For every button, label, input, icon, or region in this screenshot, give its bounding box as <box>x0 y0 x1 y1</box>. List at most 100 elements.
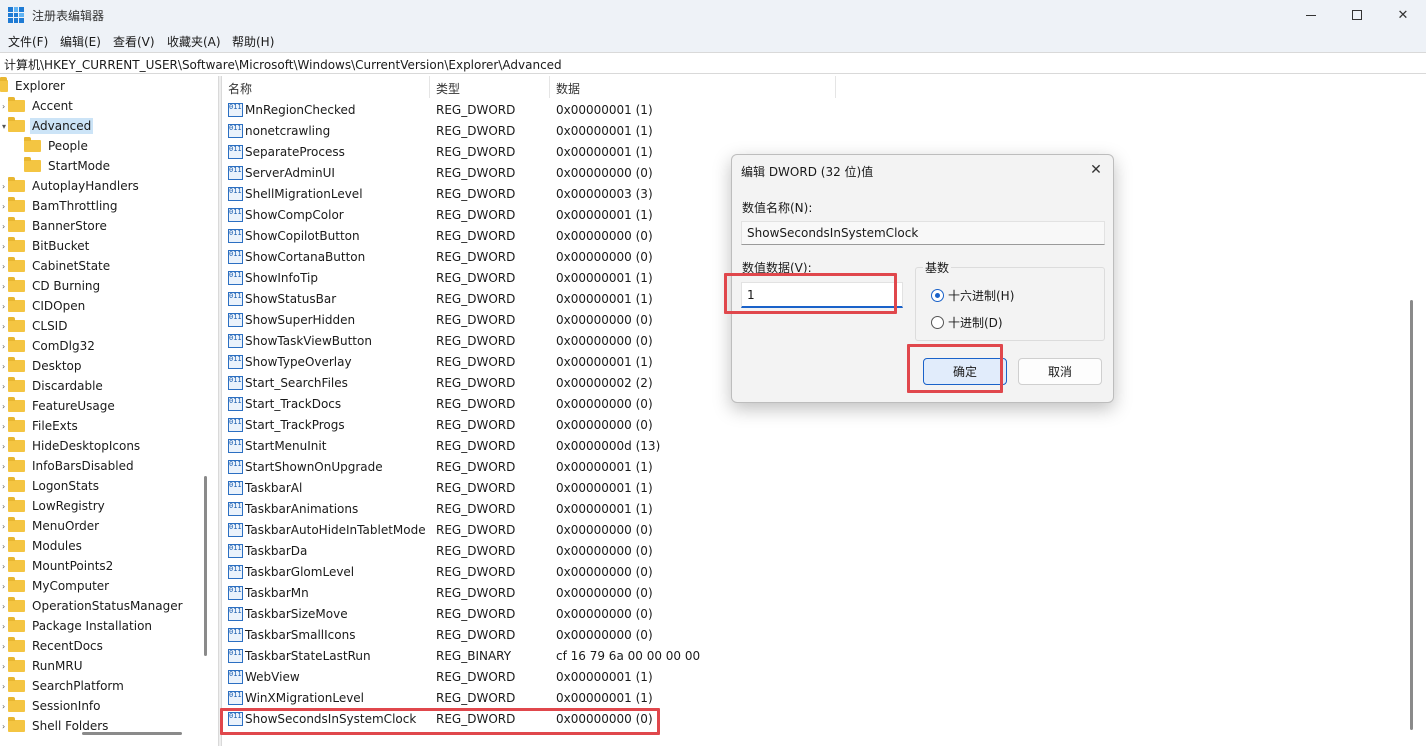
reg-binary-value-icon: 011 110 <box>228 187 243 201</box>
folder-icon <box>8 177 25 192</box>
value-row[interactable]: 011 110nonetcrawling REG_DWORD 0x00000001 … <box>222 121 922 142</box>
value-data: 0x00000001 (1) <box>556 124 653 138</box>
tree-item-root[interactable]: Explorer <box>0 76 67 96</box>
cancel-button[interactable]: 取消 <box>1018 358 1102 385</box>
folder-icon <box>8 377 25 392</box>
ok-button[interactable]: 确定 <box>923 358 1007 385</box>
address-bar[interactable]: 计算机\HKEY_CURRENT_USER\Software\Microsoft… <box>0 52 1426 74</box>
folder-icon <box>8 317 25 332</box>
tree-item[interactable]: › Accent <box>2 96 75 116</box>
tree-item[interactable]: › CD Burning <box>2 276 102 296</box>
tree-item[interactable]: ▾ Advanced <box>2 116 94 136</box>
value-type: REG_DWORD <box>436 103 516 117</box>
tree-item[interactable]: › MenuOrder <box>2 516 101 536</box>
tree-item[interactable]: › LowRegistry <box>2 496 107 516</box>
key-tree[interactable]: Explorer › Accent ▾ Advanced People StartMode… <box>0 76 212 738</box>
value-data: 0x0000000d (13) <box>556 439 661 453</box>
value-data: cf 16 79 6a 00 00 00 00 <box>556 649 701 663</box>
value-row[interactable]: 011 110Start_TrackProgs REG_DWORD 0x000000… <box>222 415 922 436</box>
column-header-data[interactable]: 数据 <box>550 76 836 98</box>
tree-item-label: BamThrottling <box>32 199 118 213</box>
tree-item[interactable]: › BitBucket <box>2 236 91 256</box>
value-data: 0x00000000 (0) <box>556 586 653 600</box>
value-row[interactable]: 011 110TaskbarAnimations REG_DWORD 0x00000… <box>222 499 922 520</box>
value-type: REG_DWORD <box>436 229 516 243</box>
folder-icon <box>8 337 25 352</box>
reg-binary-value-icon: 011 110 <box>228 229 243 243</box>
tree-item[interactable]: › HideDesktopIcons <box>2 436 142 456</box>
value-row[interactable]: 011 110TaskbarGlomLevel REG_DWORD 0x000000… <box>222 562 922 583</box>
tree-item[interactable]: › Discardable <box>2 376 105 396</box>
value-row[interactable]: 011 110TaskbarStateLastRun REG_BINARY cf 1… <box>222 646 922 667</box>
list-vertical-scrollbar[interactable] <box>1410 300 1413 730</box>
tree-item[interactable]: › CLSID <box>2 316 69 336</box>
value-row[interactable]: 011 110TaskbarMn REG_DWORD 0x00000000 (0) <box>222 583 922 604</box>
window-title: 注册表编辑器 <box>32 9 105 23</box>
value-name: TaskbarSizeMove <box>245 607 348 621</box>
tree-item[interactable]: › Package Installation <box>2 616 154 636</box>
value-row[interactable]: 011 110MnRegionChecked REG_DWORD 0x0000000… <box>222 100 922 121</box>
value-row[interactable]: 011 110WebView REG_DWORD 0x00000001 (1) <box>222 667 922 688</box>
tree-item[interactable]: › RecentDocs <box>2 636 105 656</box>
value-type: REG_DWORD <box>436 670 516 684</box>
value-data: 0x00000001 (1) <box>556 670 653 684</box>
tree-item[interactable]: › FeatureUsage <box>2 396 117 416</box>
tree-item[interactable]: › OperationStatusManager <box>2 596 185 616</box>
tree-item[interactable]: › BamThrottling <box>2 196 120 216</box>
title-bar: 注册表编辑器 ✕ <box>0 0 1426 30</box>
maximize-button[interactable] <box>1334 0 1380 30</box>
tree-item[interactable]: › Modules <box>2 536 84 556</box>
radio-dec[interactable]: 十进制(D) <box>931 314 1003 331</box>
menu-file[interactable]: 文件(F) <box>8 33 48 50</box>
tree-item[interactable]: › RunMRU <box>2 656 84 676</box>
value-row[interactable]: 011 110TaskbarSizeMove REG_DWORD 0x0000000… <box>222 604 922 625</box>
tree-item[interactable]: › MyComputer <box>2 576 111 596</box>
value-data: 0x00000000 (0) <box>556 166 653 180</box>
value-row[interactable]: 011 110StartShownOnUpgrade REG_DWORD 0x000… <box>222 457 922 478</box>
value-row[interactable]: 011 110TaskbarAutoHideInTabletMode REG_DW… <box>222 520 922 541</box>
tree-item[interactable]: › CabinetState <box>2 256 112 276</box>
tree-item[interactable]: People <box>24 136 90 156</box>
menu-view[interactable]: 查看(V) <box>113 33 155 50</box>
value-row[interactable]: 011 110TaskbarSmallIcons REG_DWORD 0x00000… <box>222 625 922 646</box>
menu-bar: 文件(F) 编辑(E) 查看(V) 收藏夹(A) 帮助(H) <box>0 30 1426 52</box>
tree-horizontal-scrollbar[interactable] <box>82 732 182 735</box>
value-row[interactable]: 011 110TaskbarAl REG_DWORD 0x00000001 (1) <box>222 478 922 499</box>
folder-icon <box>8 677 25 692</box>
value-data: 0x00000001 (1) <box>556 460 653 474</box>
tree-item[interactable]: › Desktop <box>2 356 84 376</box>
dialog-close-button[interactable]: ✕ <box>1085 159 1107 181</box>
tree-item-label: SearchPlatform <box>32 679 124 693</box>
menu-edit[interactable]: 编辑(E) <box>60 33 101 50</box>
tree-item[interactable]: › InfoBarsDisabled <box>2 456 136 476</box>
value-row[interactable]: 011 110ShowSecondsInSystemClock REG_DWORD… <box>222 709 922 730</box>
tree-item[interactable]: › MountPoints2 <box>2 556 115 576</box>
menu-help[interactable]: 帮助(H) <box>232 33 274 50</box>
column-header-type[interactable]: 类型 <box>430 76 550 98</box>
tree-item-label: MountPoints2 <box>32 559 114 573</box>
tree-item[interactable]: › SearchPlatform <box>2 676 126 696</box>
tree-item[interactable]: › BannerStore <box>2 216 109 236</box>
tree-item-label: CD Burning <box>32 279 101 293</box>
value-data: 0x00000000 (0) <box>556 334 653 348</box>
tree-item[interactable]: › SessionInfo <box>2 696 103 716</box>
minimize-button[interactable] <box>1288 0 1334 30</box>
value-row[interactable]: 011 110WinXMigrationLevel REG_DWORD 0x0000… <box>222 688 922 709</box>
radio-hex[interactable]: 十六进制(H) <box>931 287 1014 304</box>
reg-binary-value-icon: 011 110 <box>228 397 243 411</box>
tree-item[interactable]: › AutoplayHandlers <box>2 176 141 196</box>
tree-item[interactable]: › FileExts <box>2 416 80 436</box>
value-row[interactable]: 011 110TaskbarDa REG_DWORD 0x00000000 (0) <box>222 541 922 562</box>
tree-vertical-scrollbar[interactable] <box>204 476 207 656</box>
tree-item[interactable]: › LogonStats <box>2 476 101 496</box>
tree-item[interactable]: › CIDOpen <box>2 296 87 316</box>
value-data: 0x00000000 (0) <box>556 544 653 558</box>
close-button[interactable]: ✕ <box>1380 0 1426 30</box>
folder-icon <box>8 597 25 612</box>
column-header-name[interactable]: 名称 <box>222 76 430 98</box>
tree-item[interactable]: › ComDlg32 <box>2 336 97 356</box>
menu-favorites[interactable]: 收藏夹(A) <box>167 33 221 50</box>
tree-item[interactable]: StartMode <box>24 156 112 176</box>
value-data-input[interactable] <box>741 282 903 308</box>
value-row[interactable]: 011 110StartMenuInit REG_DWORD 0x0000000d … <box>222 436 922 457</box>
